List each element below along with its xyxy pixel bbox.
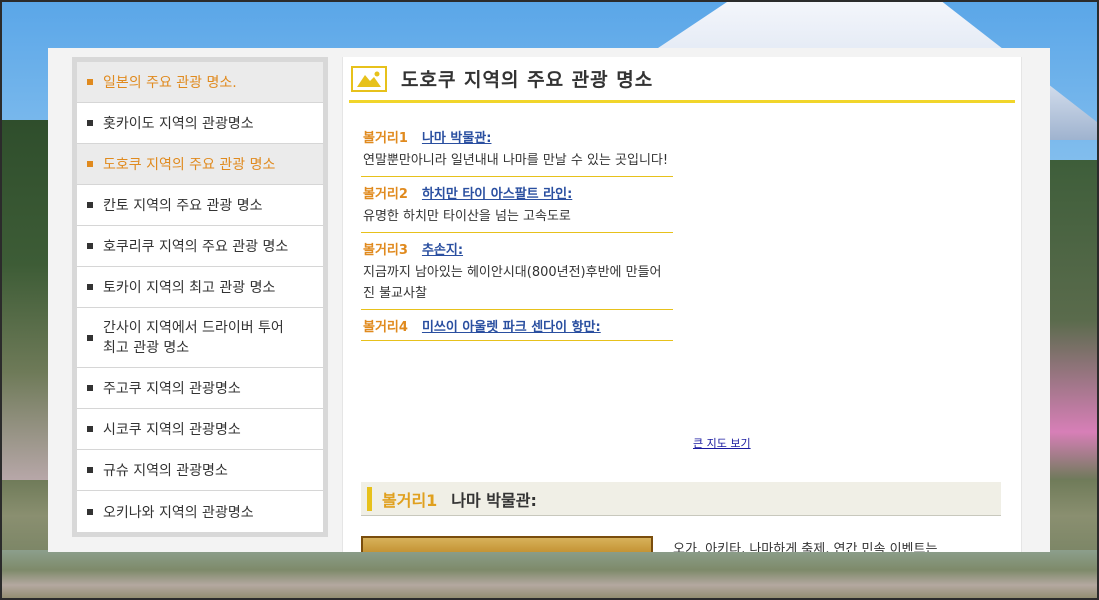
bullet-icon: [87, 508, 93, 515]
sidebar-item-japan[interactable]: 일본의 주요 관광 명소.: [77, 62, 323, 103]
sidebar-item-label: 토카이 지역의 최고 관광 명소: [103, 280, 276, 296]
section-title: 나마 박물관:: [451, 490, 537, 510]
bullet-icon: [87, 79, 93, 85]
spot-description: 유명한 하치만 타이산을 넘는 고속도로: [363, 209, 571, 224]
list-item: 볼거리1 나마 박물관: 연말뿐만아니라 일년내내 나마를 만날 수 있는 곳입…: [361, 121, 673, 177]
sidebar-item-chugoku[interactable]: 주고쿠 지역의 관광명소: [77, 368, 323, 409]
bullet-icon: [87, 426, 93, 432]
sidebar-item-tohoku[interactable]: 도호쿠 지역의 주요 관광 명소: [77, 144, 323, 185]
content-panel: 일본의 주요 관광 명소. 홋카이도 지역의 관광명소 도호쿠 지역의 주요 관…: [48, 48, 1050, 552]
main-content: 도호쿠 지역의 주요 관광 명소 볼거리1 나마 박물관: 연말뿐만아니라 일년…: [342, 57, 1022, 552]
bullet-icon: [87, 385, 93, 391]
page-title: 도호쿠 지역의 주요 관광 명소: [401, 69, 654, 91]
sidebar-item-label: 칸토 지역의 주요 관광 명소: [103, 198, 263, 214]
spot-list: 볼거리1 나마 박물관: 연말뿐만아니라 일년내내 나마를 만날 수 있는 곳입…: [361, 121, 673, 341]
spot-link[interactable]: 나마 박물관:: [422, 127, 492, 146]
sidebar-item-label: 일본의 주요 관광 명소.: [103, 75, 237, 91]
sidebar-item-okinawa[interactable]: 오키나와 지역의 관광명소: [77, 491, 323, 532]
mountain-icon: [351, 65, 387, 92]
section-header: 볼거리1 나마 박물관:: [361, 482, 1001, 516]
page-header: 도호쿠 지역의 주요 관광 명소: [349, 57, 1015, 103]
sidebar-item-label: 주고쿠 지역의 관광명소: [103, 381, 241, 397]
spot-number: 볼거리1: [363, 130, 408, 146]
bullet-icon: [87, 467, 93, 473]
spot-link[interactable]: 하치만 타이 아스팔트 라인:: [422, 183, 572, 202]
list-item: 볼거리3 추손지: 지금까지 남아있는 헤이안시대(800년전)후반에 만들어진…: [361, 233, 673, 310]
sidebar-item-kanto[interactable]: 칸토 지역의 주요 관광 명소: [77, 185, 323, 226]
trees-right-image: [1049, 160, 1099, 480]
spot-number: 볼거리3: [363, 242, 408, 258]
bullet-icon: [87, 161, 93, 167]
spot-number: 볼거리4: [363, 319, 408, 335]
lake-image: [0, 550, 1099, 600]
view-large-map-link[interactable]: 큰 지도 보기: [693, 435, 751, 451]
sidebar-item-hokuriku[interactable]: 호쿠리쿠 지역의 주요 관광 명소: [77, 226, 323, 267]
sidebar-item-label: 시코쿠 지역의 관광명소: [103, 422, 241, 438]
sidebar-item-label: 호쿠리쿠 지역의 주요 관광 명소: [103, 239, 289, 255]
museum-thumbnail-image: [361, 536, 653, 552]
list-item: 볼거리4 미쓰이 아울렛 파크 센다이 항만:: [361, 310, 673, 341]
spot-description: 지금까지 남아있는 헤이안시대(800년전)후반에 만들어진 불교사찰: [363, 265, 662, 301]
sidebar-item-label: 도호쿠 지역의 주요 관광 명소: [103, 157, 276, 173]
spot-link[interactable]: 미쓰이 아울렛 파크 센다이 항만:: [422, 316, 601, 335]
bullet-icon: [87, 284, 93, 290]
sidebar-item-hokkaido[interactable]: 홋카이도 지역의 관광명소: [77, 103, 323, 144]
section-bar-decoration: [367, 486, 372, 511]
spot-description: 연말뿐만아니라 일년내내 나마를 만날 수 있는 곳입니다!: [363, 153, 669, 168]
bullet-icon: [87, 202, 93, 208]
sidebar-item-kyushu[interactable]: 규슈 지역의 관광명소: [77, 450, 323, 491]
spot-link[interactable]: 추손지:: [422, 239, 463, 258]
sidebar-item-shikoku[interactable]: 시코쿠 지역의 관광명소: [77, 409, 323, 450]
spot-number: 볼거리2: [363, 186, 408, 202]
bullet-icon: [87, 334, 93, 341]
sidebar-item-kansai[interactable]: 간사이 지역에서 드라이버 투어 최고 관광 명소: [77, 308, 323, 368]
bullet-icon: [87, 120, 93, 126]
section-number: 볼거리1: [382, 490, 438, 510]
sidebar-item-label: 홋카이도 지역의 관광명소: [103, 116, 254, 132]
list-item: 볼거리2 하치만 타이 아스팔트 라인: 유명한 하치만 타이산을 넘는 고속도…: [361, 177, 673, 233]
sidebar-item-label: 규슈 지역의 관광명소: [103, 463, 228, 479]
sidebar-item-label: 오키나와 지역의 관광명소: [103, 504, 254, 521]
bullet-icon: [87, 243, 93, 249]
sidebar-item-tokai[interactable]: 토카이 지역의 최고 관광 명소: [77, 267, 323, 308]
section-body-text: 오가, 아키타, 나마하게 축제, 연간 민속 이벤트는: [673, 542, 938, 552]
sidebar-item-label: 간사이 지역에서 드라이버 투어 최고 관광 명소: [103, 319, 284, 356]
sidebar: 일본의 주요 관광 명소. 홋카이도 지역의 관광명소 도호쿠 지역의 주요 관…: [72, 57, 328, 537]
